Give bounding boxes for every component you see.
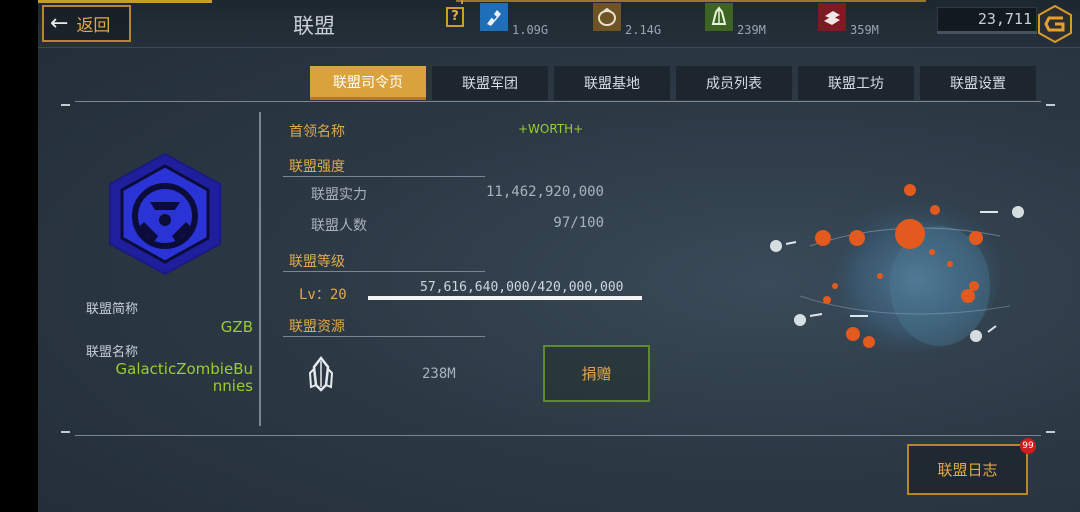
name-label: 联盟名称 — [86, 345, 139, 360]
resource-value: 238M — [422, 366, 456, 382]
name-value-line2: nnies — [212, 377, 253, 395]
tab-command-page[interactable]: 联盟司令页 — [310, 66, 426, 100]
resource-title: 联盟资源 — [289, 319, 345, 335]
resource-blue-chip[interactable]: 1.09G — [480, 3, 550, 43]
gold-accent-line-2 — [456, 0, 926, 2]
planet-illustration-icon — [760, 176, 1040, 366]
help-button[interactable]: ? — [446, 7, 464, 27]
exp-progress-bar — [368, 296, 642, 300]
leader-value[interactable]: +WORTH+ — [518, 122, 583, 136]
back-label: 返回 — [76, 16, 111, 36]
tab-legion[interactable]: 联盟军团 — [432, 66, 548, 100]
tab-workshop[interactable]: 联盟工坊 — [798, 66, 914, 100]
resource-red-value: 359M — [850, 23, 879, 37]
crystal-resource-icon — [302, 355, 340, 393]
page-title: 联盟 — [293, 14, 335, 38]
level-underline — [283, 271, 485, 272]
power-value: 11,462,920,000 — [485, 184, 604, 200]
log-notification-badge: 99 — [1020, 438, 1036, 454]
g-coin-icon[interactable] — [1036, 4, 1074, 44]
blue-chip-icon — [480, 3, 508, 31]
resource-orange-ore[interactable]: 2.14G — [593, 3, 663, 43]
exp-text: 57,616,640,000/420,000,000 — [420, 280, 624, 295]
power-label: 联盟实力 — [311, 187, 367, 203]
tab-base[interactable]: 联盟基地 — [554, 66, 670, 100]
abbr-value: GZB — [220, 318, 253, 336]
resource-green-value: 239M — [737, 23, 766, 37]
resource-red-bars[interactable]: 359M — [818, 3, 888, 43]
divider-dash — [61, 431, 70, 433]
alliance-emblem-icon[interactable] — [108, 152, 222, 276]
divider-dash — [1046, 104, 1055, 106]
exp-progress-fill — [368, 296, 642, 300]
bottom-divider — [75, 435, 1041, 436]
coin-progress-bar — [937, 31, 1037, 34]
red-bars-icon — [818, 3, 846, 31]
coin-counter: 23,711 — [937, 7, 1037, 33]
strength-underline — [283, 176, 485, 177]
vertical-divider — [259, 112, 261, 426]
back-button[interactable]: ← 返回 — [42, 5, 131, 42]
top-divider — [75, 101, 1041, 102]
donate-button[interactable]: 捐赠 — [543, 345, 650, 402]
strength-title: 联盟强度 — [289, 159, 345, 175]
divider-dash — [61, 104, 70, 106]
abbr-label: 联盟简称 — [86, 302, 139, 317]
orange-ore-icon — [593, 3, 621, 31]
resource-orange-value: 2.14G — [625, 23, 662, 37]
leader-label: 首领名称 — [289, 124, 345, 140]
tab-member-list[interactable]: 成员列表 — [676, 66, 792, 100]
back-arrow-icon: ← — [50, 10, 69, 36]
alliance-log-button[interactable]: 联盟日志 — [907, 444, 1028, 495]
gold-accent-line — [38, 0, 212, 3]
resource-green-crystal[interactable]: 239M — [705, 3, 775, 43]
divider-dash — [1046, 431, 1055, 433]
resource-underline — [283, 336, 485, 337]
members-label: 联盟人数 — [311, 218, 367, 234]
level-value: Lv：20 — [299, 287, 347, 303]
name-value-line1: GalacticZombieBu — [115, 360, 254, 378]
green-crystal-icon — [705, 3, 733, 31]
top-bar — [38, 0, 1080, 48]
resource-blue-value: 1.09G — [512, 23, 549, 37]
level-title: 联盟等级 — [289, 254, 345, 270]
tab-settings[interactable]: 联盟设置 — [920, 66, 1036, 100]
members-value: 97/100 — [553, 215, 604, 231]
